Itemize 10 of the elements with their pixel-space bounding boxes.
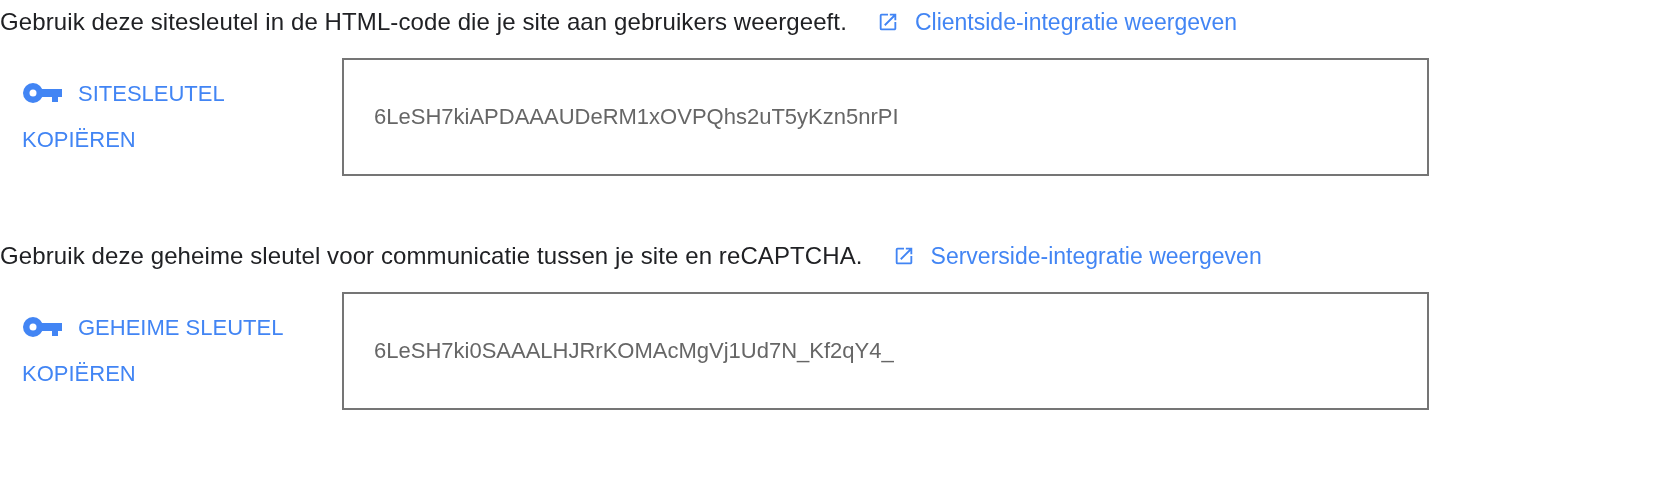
copy-key-button[interactable]: GEHEIME SLEUTEL KOPIËREN [0,305,342,397]
key-field[interactable]: 6LeSH7ki0SAAALHJRrKOMAcMgVj1Ud7N_Kf2qY4_ [342,292,1429,410]
copy-key-button[interactable]: SITESLEUTEL KOPIËREN [0,71,342,163]
integration-link[interactable]: Serverside-integratie weergeven [892,242,1262,270]
integration-link[interactable]: Clientside-integratie weergeven [876,8,1238,36]
description: Gebruik deze geheime sleutel voor communicatie tussen je site en reCAPTCHA. [0,242,863,270]
key-field[interactable]: 6LeSH7kiAPDAAAUDeRM1xOVPQhs2uT5yKzn5nrPI [342,58,1429,176]
description: Gebruik deze sitesleutel in de HTML-code die je site aan gebruikers weergeeft. [0,8,847,36]
key-icon [22,316,62,339]
key-icon [22,82,62,105]
